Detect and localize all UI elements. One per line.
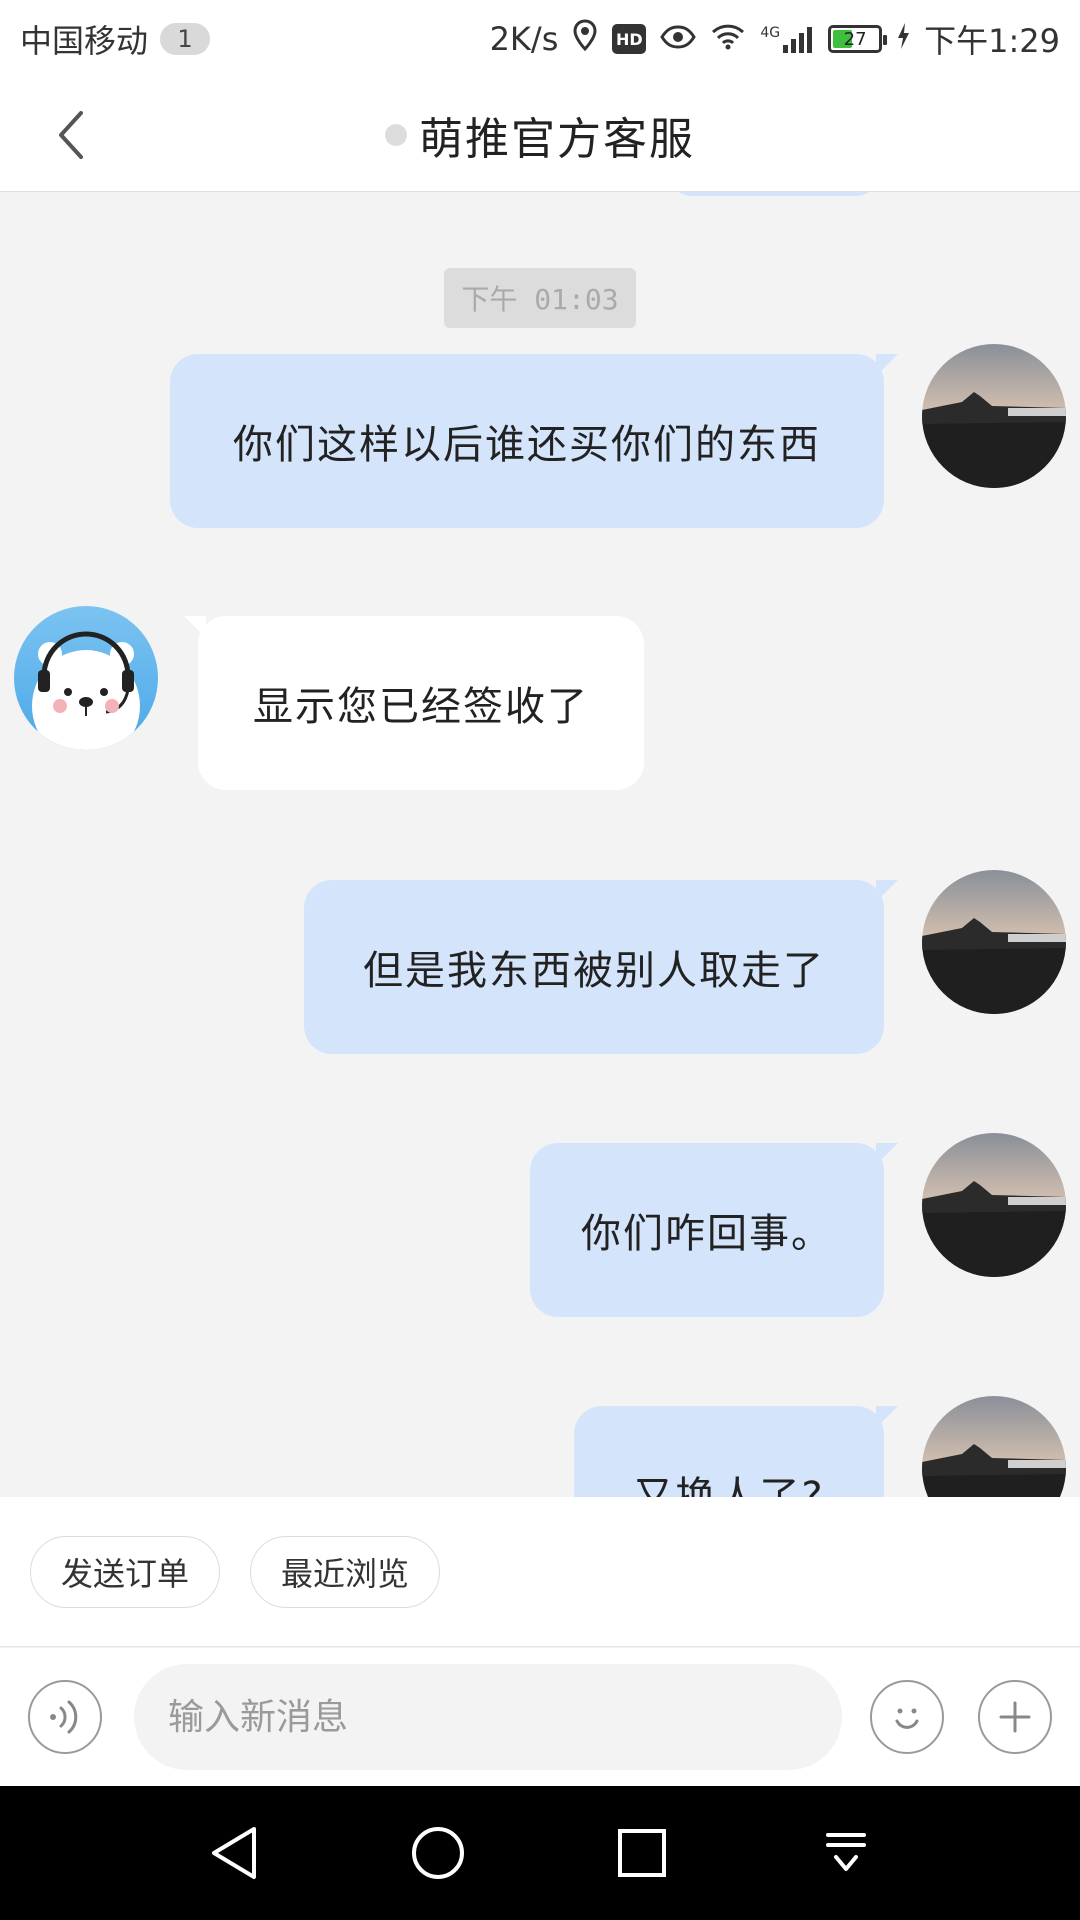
chat-messages[interactable]: 下午 01:03 你们这样以后谁还买你们的东西 显示您已经签收了 但是我东西被别…: [0, 192, 1080, 1497]
message-composer: [0, 1648, 1080, 1786]
wifi-icon: [710, 20, 746, 58]
clock: 下午1:29: [924, 22, 1060, 60]
user-avatar[interactable]: [922, 1133, 1066, 1277]
eye-icon: [660, 20, 697, 58]
signal-icon: 4G: [760, 25, 814, 53]
message-text: 你们这样以后谁还买你们的东西: [233, 422, 821, 468]
chevron-left-icon: [59, 111, 83, 159]
user-avatar[interactable]: [922, 344, 1066, 488]
status-bar: 中国移动 1 2K/s HD 4G 27 下午1:29: [0, 0, 1080, 78]
recent-browse-button[interactable]: 最近浏览: [250, 1535, 441, 1608]
location-icon: [572, 19, 598, 59]
carrier-name: 中国移动: [20, 22, 149, 60]
message-bubble[interactable]: 又换人了?: [574, 1406, 898, 1497]
message-input[interactable]: [134, 1664, 842, 1770]
message-timestamp: 下午 01:03: [444, 268, 636, 328]
previous-message-bubble: [668, 192, 880, 196]
network-type: 4G: [760, 25, 781, 41]
nav-recents-button[interactable]: [604, 1815, 680, 1891]
plus-icon: [999, 1701, 1031, 1733]
circle-home-icon: [412, 1827, 464, 1879]
send-order-button[interactable]: 发送订单: [30, 1535, 221, 1608]
user-avatar[interactable]: [922, 870, 1066, 1014]
agent-avatar[interactable]: [14, 606, 158, 750]
message-bubble[interactable]: 你们咋回事。: [530, 1143, 898, 1317]
user-avatar[interactable]: [922, 1396, 1066, 1497]
battery-level: 27: [843, 28, 867, 50]
message-text: 但是我东西被别人取走了: [363, 948, 825, 994]
online-status-dot: [385, 123, 407, 146]
triangle-back-icon: [212, 1827, 256, 1879]
voice-icon: [50, 1700, 78, 1734]
sim-badge: 1: [160, 23, 211, 55]
chat-header: 萌推官方客服: [0, 78, 1080, 192]
quick-actions: 发送订单 最近浏览: [0, 1497, 1080, 1647]
more-button[interactable]: [978, 1680, 1052, 1754]
battery-icon: 27: [828, 25, 888, 53]
nav-back-button[interactable]: [196, 1815, 272, 1891]
nav-home-button[interactable]: [400, 1815, 476, 1891]
message-bubble[interactable]: 但是我东西被别人取走了: [304, 880, 898, 1054]
square-recents-icon: [618, 1829, 666, 1877]
message-text: 又换人了?: [633, 1474, 825, 1497]
pull-down-icon: [826, 1833, 866, 1871]
back-button[interactable]: [36, 100, 106, 170]
net-speed: 2K/s: [489, 20, 559, 58]
hd-icon: HD: [612, 24, 647, 54]
nav-notification-button[interactable]: [808, 1815, 884, 1891]
smiley-icon: [895, 1708, 919, 1729]
message-bubble[interactable]: 显示您已经签收了: [184, 616, 644, 790]
message-bubble[interactable]: 你们这样以后谁还买你们的东西: [170, 354, 898, 528]
system-nav-bar: [0, 1786, 1080, 1920]
emoji-button[interactable]: [870, 1680, 944, 1754]
page-title: 萌推官方客服: [419, 113, 695, 165]
charging-icon: [896, 20, 910, 58]
voice-button[interactable]: [28, 1680, 102, 1754]
message-text: 你们咋回事。: [581, 1211, 833, 1257]
message-text: 显示您已经签收了: [253, 684, 589, 730]
